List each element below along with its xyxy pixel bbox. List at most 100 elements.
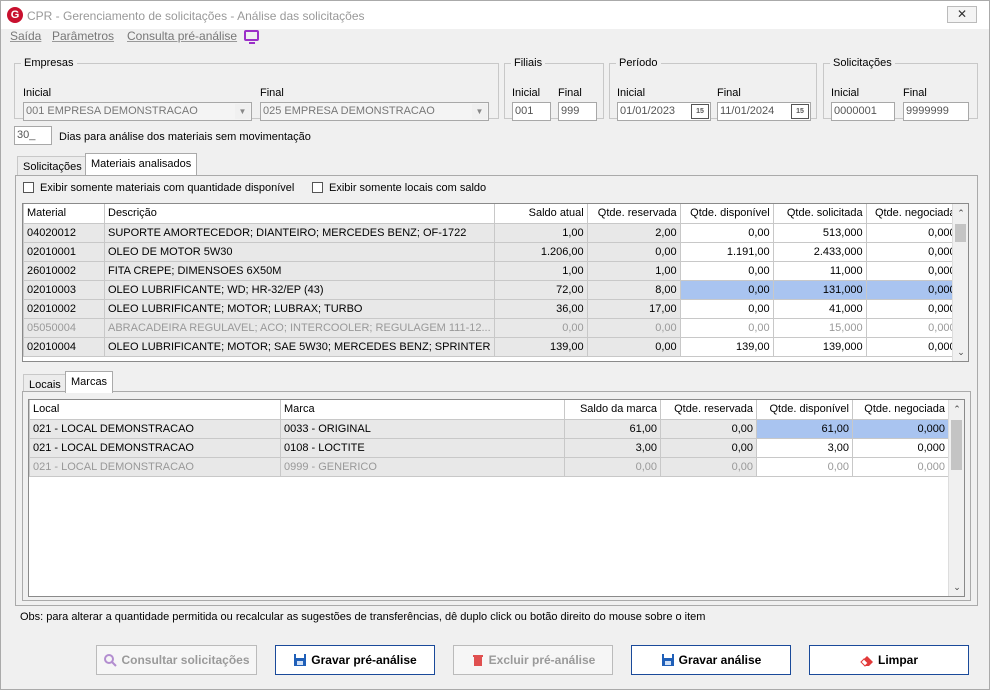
periodo-inicial-input[interactable]: 01/01/2023 15 [617,102,711,121]
solicitacao-inicial-input[interactable]: 0000001 [831,102,895,121]
title-bar: G CPR - Gerenciamento de solicitações - … [1,1,989,29]
col-descricao[interactable]: Descrição [104,204,495,224]
main-window: G CPR - Gerenciamento de solicitações - … [0,0,990,690]
chevron-down-icon[interactable]: ▼ [472,104,487,119]
qtde-disponivel[interactable]: 139,00 [679,336,774,357]
brands-grid[interactable]: Local Marca Saldo da marca Qtde. reserva… [28,399,965,597]
periodo-final-input[interactable]: 11/01/2024 15 [717,102,811,121]
scroll-down-icon[interactable]: ⌄ [949,579,964,595]
tab-materiais-analisados[interactable]: Materiais analisados [85,153,198,175]
qtde-negociada[interactable]: 0,000 [865,222,960,243]
col-qtde-solicitada[interactable]: Qtde. solicitada [772,204,867,224]
qtde-solicitada[interactable]: 11,000 [772,260,867,281]
qtde-negociada[interactable]: 0,000 [852,437,949,458]
qtde-disponivel[interactable]: 0,00 [679,279,774,300]
qtd-disponivel-checkbox[interactable] [23,182,34,193]
col-material[interactable]: Material [23,204,105,224]
menu-parametros[interactable]: Parâmetros [52,29,114,43]
qtde-disponivel[interactable]: 61,00 [756,418,853,439]
qtde-negociada[interactable]: 0,000 [865,260,960,281]
gravar-pre-analise-button[interactable]: Gravar pré-análise [275,645,435,675]
material-code: 02010002 [23,298,105,319]
tab-marcas[interactable]: Marcas [65,371,114,393]
table-row[interactable]: 02010002 OLEO LUBRIFICANTE; MOTOR; LUBRA… [23,298,960,319]
qtde-disponivel[interactable]: 1.191,00 [679,241,774,262]
table-row-disabled[interactable]: 05050004 ABRACADEIRA REGULAVEL; ACO; INT… [23,317,960,338]
qtde-solicitada[interactable]: 15,000 [772,317,867,338]
consultar-solicitacoes-button[interactable]: Consultar solicitações [96,645,257,675]
calendar-icon[interactable]: 15 [691,104,709,119]
qtde-negociada[interactable]: 0,000 [865,317,960,338]
filial-inicial-input[interactable]: 001 [512,102,551,121]
table-row-disabled[interactable]: 021 - LOCAL DEMONSTRACAO 0999 - GENERICO… [29,456,949,477]
scroll-up-icon[interactable]: ⌃ [953,205,968,221]
material-description: OLEO LUBRIFICANTE; WD; HR-32/EP (43) [104,279,495,300]
table-row[interactable]: 02010001 OLEO DE MOTOR 5W30 1.206,00 0,0… [23,241,960,262]
col-saldo-marca[interactable]: Saldo da marca [564,400,661,420]
col-qtde-disponivel[interactable]: Qtde. disponível [679,204,774,224]
qtde-negociada[interactable]: 0,000 [852,456,949,477]
qtde-solicitada[interactable]: 131,000 [772,279,867,300]
table-row-selected[interactable]: 021 - LOCAL DEMONSTRACAO 0033 - ORIGINAL… [29,418,949,439]
col-marca[interactable]: Marca [280,400,565,420]
table-row[interactable]: 04020012 SUPORTE AMORTECEDOR; DIANTEIRO;… [23,222,960,243]
empresa-inicial-select[interactable]: 001 EMPRESA DEMONSTRACAO ▼ [23,102,252,121]
materials-header-row: Material Descrição Saldo atual Qtde. res… [23,204,960,224]
menu-consulta-pre-analise[interactable]: Consulta pré-análise [127,29,237,43]
qtde-solicitada[interactable]: 513,000 [772,222,867,243]
qtde-disponivel[interactable]: 0,00 [679,317,774,338]
tab-solicitacoes[interactable]: Solicitações [17,156,88,176]
qtde-solicitada[interactable]: 41,000 [772,298,867,319]
filial-final-input[interactable]: 999 [558,102,597,121]
empresa-final-select[interactable]: 025 EMPRESA DEMONSTRACAO ▼ [260,102,489,121]
table-row[interactable]: 02010004 OLEO LUBRIFICANTE; MOTOR; SAE 5… [23,336,960,357]
saldo-atual: 139,00 [493,336,588,357]
qtde-disponivel[interactable]: 0,00 [756,456,853,477]
table-row-selected[interactable]: 02010003 OLEO LUBRIFICANTE; WD; HR-32/EP… [23,279,960,300]
excluir-pre-analise-button[interactable]: Excluir pré-análise [453,645,613,675]
qtde-disponivel[interactable]: 3,00 [756,437,853,458]
qtde-reservada: 0,00 [586,241,681,262]
col-local[interactable]: Local [29,400,281,420]
materials-grid[interactable]: Material Descrição Saldo atual Qtde. res… [22,203,969,362]
gravar-analise-button[interactable]: Gravar análise [631,645,791,675]
scroll-down-icon[interactable]: ⌄ [953,344,968,360]
scroll-thumb[interactable] [955,224,966,242]
menu-saida[interactable]: Saída [10,29,41,43]
dias-label: Dias para análise dos materiais sem movi… [59,131,311,143]
table-row[interactable]: 26010002 FITA CREPE; DIMENSOES 6X50M 1,0… [23,260,960,281]
qtde-disponivel[interactable]: 0,00 [679,222,774,243]
brands-scrollbar[interactable]: ⌃ ⌄ [948,400,964,596]
materials-scrollbar[interactable]: ⌃ ⌄ [952,204,968,361]
qtde-disponivel[interactable]: 0,00 [679,298,774,319]
material-description: OLEO LUBRIFICANTE; MOTOR; LUBRAX; TURBO [104,298,495,319]
solicitacao-final-input[interactable]: 9999999 [903,102,969,121]
locais-saldo-checkbox[interactable] [312,182,323,193]
qtde-solicitada[interactable]: 2.433,000 [772,241,867,262]
qtde-negociada[interactable]: 0,000 [865,298,960,319]
dias-input[interactable]: 30_ [14,126,52,145]
qtde-solicitada[interactable]: 139,000 [772,336,867,357]
qtde-negociada[interactable]: 0,000 [852,418,949,439]
save-icon [661,654,674,666]
col-qtde-reservada[interactable]: Qtde. reservada [586,204,681,224]
close-button[interactable]: ✕ [947,6,977,23]
col-qtde-negociada[interactable]: Qtde. negociada [852,400,949,420]
qtde-negociada[interactable]: 0,000 [865,241,960,262]
qtde-negociada[interactable]: 0,000 [865,279,960,300]
qtde-negociada[interactable]: 0,000 [865,336,960,357]
scroll-thumb[interactable] [951,420,962,470]
material-description: OLEO LUBRIFICANTE; MOTOR; SAE 5W30; MERC… [104,336,495,357]
table-row[interactable]: 021 - LOCAL DEMONSTRACAO 0108 - LOCTITE … [29,437,949,458]
col-qtde-negociada[interactable]: Qtde. negociada [865,204,960,224]
qtde-disponivel[interactable]: 0,00 [679,260,774,281]
monitor-icon[interactable] [244,30,259,44]
calendar-icon[interactable]: 15 [791,104,809,119]
col-saldo-atual[interactable]: Saldo atual [493,204,588,224]
col-qtde-disponivel[interactable]: Qtde. disponível [756,400,853,420]
chevron-down-icon[interactable]: ▼ [235,104,250,119]
scroll-up-icon[interactable]: ⌃ [949,401,964,417]
excluir-pre-label: Excluir pré-análise [488,653,596,667]
limpar-button[interactable]: Limpar [809,645,969,675]
col-qtde-reservada[interactable]: Qtde. reservada [660,400,757,420]
